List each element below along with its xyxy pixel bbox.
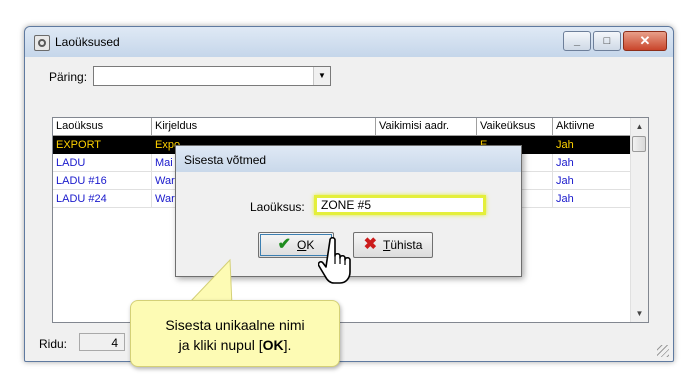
- cell-unit: LADU #24: [53, 190, 152, 208]
- cancel-x-icon: ✖: [363, 236, 378, 253]
- checkmark-icon: ✔: [277, 236, 292, 253]
- ok-button-label: OK: [297, 238, 315, 252]
- unit-field-label: Laoüksus:: [250, 200, 305, 214]
- title-bar[interactable]: Laoüksused _ □ ✕: [25, 27, 673, 57]
- maximize-button[interactable]: □: [593, 31, 621, 51]
- column-header-unit[interactable]: Laoüksus: [53, 118, 152, 135]
- dialog-title-bar[interactable]: Sisesta võtmed: [176, 146, 521, 172]
- cell-unit: LADU: [53, 154, 152, 172]
- hint-text: Sisesta unikaalne nimi ja kliki nupul [O…: [131, 315, 339, 355]
- cell-active: Jah: [553, 190, 631, 208]
- scroll-down-icon[interactable]: ▼: [631, 305, 648, 322]
- cancel-button-label: Tühista: [383, 238, 423, 252]
- scroll-thumb[interactable]: [632, 136, 646, 152]
- close-button[interactable]: ✕: [623, 31, 667, 51]
- dialog-title: Sisesta võtmed: [184, 153, 267, 167]
- cell-active: Jah: [553, 172, 631, 190]
- column-header-default-unit[interactable]: Vaikeüksus: [477, 118, 553, 135]
- column-header-default-address[interactable]: Vaikimisi aadr.: [376, 118, 477, 135]
- hint-line-2: ja kliki nupul [OK].: [178, 337, 292, 353]
- window-title: Laoüksused: [55, 35, 120, 49]
- close-icon: ✕: [639, 33, 651, 48]
- caption-buttons: _ □ ✕: [561, 31, 667, 51]
- resize-grip-icon[interactable]: [657, 345, 669, 357]
- hint-line-1: Sisesta unikaalne nimi: [165, 317, 305, 333]
- chevron-down-icon[interactable]: ▼: [313, 67, 330, 85]
- cell-active: Jah: [553, 154, 631, 172]
- minimize-button[interactable]: _: [563, 31, 591, 51]
- cell-active: Jah: [553, 136, 631, 154]
- column-header-active[interactable]: Aktiivne: [553, 118, 631, 135]
- scroll-up-icon[interactable]: ▲: [631, 118, 648, 135]
- cancel-button[interactable]: ✖ Tühista: [353, 232, 433, 258]
- unit-input-value: ZONE #5: [321, 198, 372, 212]
- vertical-scrollbar[interactable]: ▲ ▼: [630, 118, 648, 322]
- row-count-value: 4: [79, 333, 125, 351]
- column-header-description[interactable]: Kirjeldus: [152, 118, 376, 135]
- cell-unit: EXPORT: [53, 136, 152, 154]
- unit-input[interactable]: ZONE #5: [314, 195, 486, 215]
- app-icon: [34, 35, 50, 51]
- row-count-label: Ridu:: [39, 337, 68, 351]
- hand-cursor-icon: [318, 236, 351, 284]
- query-label: Päring:: [49, 70, 88, 84]
- hint-callout: Sisesta unikaalne nimi ja kliki nupul [O…: [130, 300, 340, 367]
- query-select[interactable]: ▼: [93, 66, 331, 86]
- grid-header: Laoüksus Kirjeldus Vaikimisi aadr. Vaike…: [53, 118, 631, 136]
- maximize-icon: □: [603, 35, 611, 47]
- minimize-icon: _: [573, 35, 581, 47]
- cell-unit: LADU #16: [53, 172, 152, 190]
